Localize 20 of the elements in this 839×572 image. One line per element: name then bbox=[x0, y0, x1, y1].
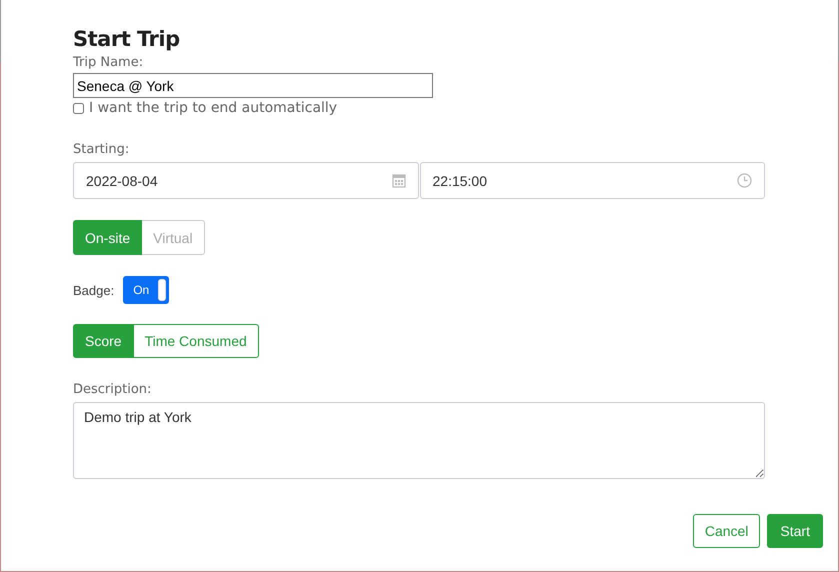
field-label: Starting: bbox=[73, 141, 130, 159]
description-field[interactable]: Demo trip at York bbox=[73, 402, 765, 479]
clock-icon bbox=[737, 173, 752, 188]
checkbox[interactable] bbox=[73, 102, 84, 114]
field-label: Description: bbox=[73, 381, 152, 399]
start-button[interactable]: Start bbox=[767, 514, 823, 548]
badge-toggle[interactable]: On bbox=[123, 276, 170, 304]
badge-label: Badge: bbox=[73, 282, 114, 298]
scoring-tab[interactable]: Score bbox=[73, 324, 134, 358]
mode-tab[interactable]: Virtual bbox=[142, 220, 205, 255]
trip-name-field[interactable]: Seneca @ York bbox=[73, 73, 433, 98]
scoring-tab[interactable]: Time Consumed bbox=[134, 324, 259, 358]
cancel-button[interactable]: Cancel bbox=[692, 514, 760, 548]
time-field[interactable]: 22:15:00 bbox=[420, 162, 765, 199]
date-field[interactable]: 2022-08-04 bbox=[73, 162, 418, 199]
checkbox-label: I want the trip to end automatically bbox=[89, 100, 338, 116]
mode-tab[interactable]: On-site bbox=[73, 220, 142, 255]
field-label: Trip Name: bbox=[73, 54, 144, 72]
calendar-icon bbox=[392, 173, 406, 188]
dialog-title: Start Trip bbox=[73, 26, 180, 53]
